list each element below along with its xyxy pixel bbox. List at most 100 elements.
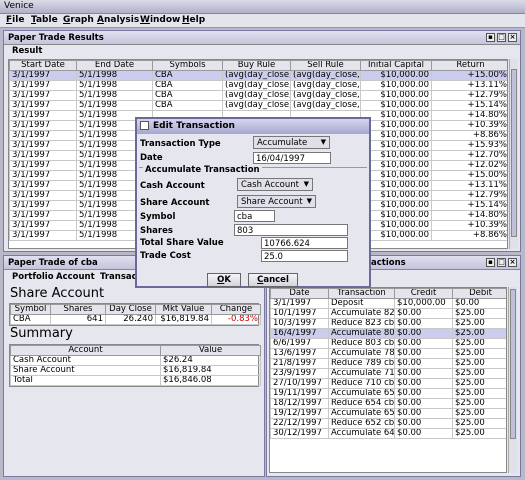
- close-icon[interactable]: ×: [508, 33, 517, 42]
- table-cell: Reduce 803 cba: [328, 338, 395, 349]
- table-cell: +13.11%: [431, 180, 507, 191]
- symbol-field[interactable]: cba: [234, 210, 275, 222]
- table-row[interactable]: 19/12/1997 Accumulate 652 $0.00 $25.00: [270, 408, 506, 419]
- results-column-header[interactable]: Start Date: [9, 60, 77, 71]
- results-scroll-thumb[interactable]: [511, 69, 517, 237]
- table-row[interactable]: 22/12/1997 Reduce 652 cba $0.00 $25.00: [270, 418, 506, 429]
- table-cell: 10/1/1997: [270, 308, 329, 319]
- results-column-header[interactable]: Buy Rule: [222, 60, 291, 71]
- table-row[interactable]: 3/1/19975/1/1998CBA(avg(day_close, 15(av…: [9, 80, 507, 91]
- table-row[interactable]: CBA 641 26.240 $16,819.84 -0.83%: [10, 314, 261, 325]
- table-row[interactable]: 3/1/19975/1/1998CBA(avg(day_close, 15(av…: [9, 100, 507, 111]
- menu-graph[interactable]: Graph: [63, 15, 94, 25]
- table-row[interactable]: 30/12/1997 Accumulate 641 $0.00 $25.00: [270, 428, 506, 439]
- table-cell: (avg(day_close, 15: [290, 70, 361, 81]
- date-field[interactable]: 16/04/1997: [253, 152, 331, 164]
- maximize-icon[interactable]: □: [497, 258, 506, 267]
- table-row[interactable]: 27/10/1997 Reduce 710 cba $0.00 $25.00: [270, 378, 506, 389]
- table-cell: $16,846.08: [160, 375, 261, 386]
- table-cell: $10,000.00: [360, 110, 432, 121]
- table-row[interactable]: Share Account $16,819.84: [10, 365, 261, 376]
- transactions-column-header[interactable]: Transaction: [328, 288, 395, 299]
- transactions-scrollbar[interactable]: [508, 287, 517, 473]
- share-column-header[interactable]: Change: [211, 304, 261, 315]
- menu-analysis[interactable]: Analysis: [97, 15, 139, 25]
- cash-account-select[interactable]: Cash Account ▼: [237, 178, 313, 191]
- table-cell: 3/1/1997: [9, 220, 77, 231]
- transactions-column-header[interactable]: Credit: [394, 288, 453, 299]
- table-cell: 6/6/1997: [270, 338, 329, 349]
- table-cell: $0.00: [394, 348, 453, 359]
- table-row[interactable]: 3/1/1997 Deposit $10,000.00 $0.00: [270, 298, 506, 309]
- table-cell: (avg(day_close, 15: [222, 90, 291, 101]
- menu-help[interactable]: Help: [182, 15, 205, 25]
- dialog-title[interactable]: Edit Transaction: [137, 119, 369, 134]
- close-icon[interactable]: ×: [508, 258, 517, 267]
- table-cell: -0.83%: [211, 314, 261, 325]
- summary-column-header[interactable]: Account: [10, 345, 161, 356]
- trade-cost-field[interactable]: 25.0: [261, 250, 348, 262]
- table-cell: $16,819.84: [160, 365, 261, 376]
- table-row[interactable]: 3/1/19975/1/1998CBA(avg(day_close, 15(av…: [9, 70, 507, 81]
- transactions-scroll-thumb[interactable]: [510, 289, 516, 439]
- maximize-icon[interactable]: □: [497, 33, 506, 42]
- menu-window[interactable]: Window: [140, 15, 180, 25]
- table-cell: 21/8/1997: [270, 358, 329, 369]
- table-cell: $25.00: [452, 358, 506, 369]
- app-title: Venice: [4, 1, 34, 11]
- menu-file[interactable]: File: [6, 15, 24, 25]
- iconify-icon[interactable]: ▪: [486, 33, 495, 42]
- table-cell: 3/1/1997: [9, 150, 77, 161]
- transactions-column-header[interactable]: Date: [270, 288, 329, 299]
- iconify-icon[interactable]: ▪: [486, 258, 495, 267]
- total-share-value-label: Total Share Value: [140, 238, 224, 248]
- table-row[interactable]: 3/1/19975/1/1998CBA(avg(day_close, 15(av…: [9, 90, 507, 101]
- table-cell: (avg(day_close, 15: [290, 100, 361, 111]
- table-row[interactable]: 21/8/1997 Reduce 789 cba $0.00 $25.00: [270, 358, 506, 369]
- table-cell: +15.00%: [431, 70, 507, 81]
- table-row[interactable]: 19/11/1997 Accumulate 654 $0.00 $25.00: [270, 388, 506, 399]
- table-row[interactable]: 10/1/1997 Accumulate 823 $0.00 $25.00: [270, 308, 506, 319]
- share-column-header[interactable]: Symbol: [10, 304, 51, 315]
- transactions-title-text: actions: [371, 258, 406, 268]
- results-scrollbar[interactable]: [509, 59, 518, 249]
- table-cell: $25.00: [452, 348, 506, 359]
- tab-transactions[interactable]: Transactions: [100, 272, 136, 282]
- table-row[interactable]: 16/4/1997 Accumulate 803 $0.00 $25.00: [270, 328, 506, 339]
- table-cell: Accumulate 803: [328, 328, 395, 339]
- table-row[interactable]: 23/9/1997 Accumulate 710 $0.00 $25.00: [270, 368, 506, 379]
- tab-portfolio[interactable]: Portfolio: [12, 272, 54, 282]
- share-column-header[interactable]: Shares: [50, 304, 106, 315]
- tab-account[interactable]: Account: [56, 272, 95, 282]
- table-row[interactable]: 13/6/1997 Accumulate 789 $0.00 $25.00: [270, 348, 506, 359]
- share-account-value: Share Account: [241, 197, 303, 207]
- table-cell: 3/1/1997: [9, 80, 77, 91]
- total-share-value-field[interactable]: 10766.624: [261, 237, 348, 249]
- table-cell: +10.39%: [431, 220, 507, 231]
- menu-table[interactable]: Table: [31, 15, 58, 25]
- results-frame-title[interactable]: Paper Trade Results ▪ □ ×: [4, 31, 520, 45]
- cancel-button[interactable]: Cancel: [248, 273, 298, 287]
- ok-button[interactable]: OK: [207, 273, 241, 287]
- results-column-header[interactable]: Symbols: [152, 60, 223, 71]
- table-row[interactable]: 6/6/1997 Reduce 803 cba $0.00 $25.00: [270, 338, 506, 349]
- table-row[interactable]: 10/3/1997 Reduce 823 cba $0.00 $25.00: [270, 318, 506, 329]
- results-column-header[interactable]: Return: [431, 60, 507, 71]
- results-column-header[interactable]: Sell Rule: [290, 60, 361, 71]
- table-cell: +14.80%: [431, 210, 507, 221]
- results-column-header[interactable]: End Date: [76, 60, 153, 71]
- summary-column-header[interactable]: Value: [160, 345, 261, 356]
- table-row[interactable]: Total $16,846.08: [10, 375, 261, 386]
- share-account-select[interactable]: Share Account ▼: [237, 195, 316, 208]
- shares-field[interactable]: 803: [234, 224, 348, 236]
- table-cell: (avg(day_close, 15: [290, 90, 361, 101]
- transaction-type-select[interactable]: Accumulate ▼: [253, 136, 330, 149]
- transactions-column-header[interactable]: Debit: [452, 288, 506, 299]
- share-column-header[interactable]: Mkt Value: [155, 304, 212, 315]
- share-column-header[interactable]: Day Close: [105, 304, 156, 315]
- table-cell: $10,000.00: [360, 180, 432, 191]
- table-row[interactable]: Cash Account $26.24: [10, 355, 261, 366]
- results-column-header[interactable]: Initial Capital: [360, 60, 432, 71]
- table-row[interactable]: 18/12/1997 Reduce 654 cba $0.00 $25.00: [270, 398, 506, 409]
- table-cell: 3/1/1997: [9, 120, 77, 131]
